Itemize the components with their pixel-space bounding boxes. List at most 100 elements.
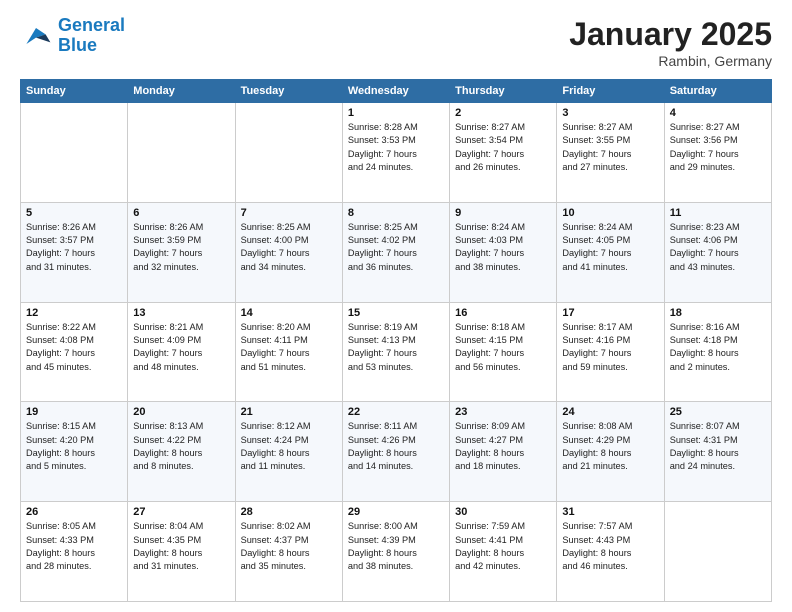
day-info: Sunrise: 8:08 AM Sunset: 4:29 PM Dayligh… — [562, 420, 658, 473]
day-number: 9 — [455, 207, 551, 219]
day-info: Sunrise: 8:24 AM Sunset: 4:05 PM Dayligh… — [562, 221, 658, 274]
day-info: Sunrise: 8:19 AM Sunset: 4:13 PM Dayligh… — [348, 321, 444, 374]
table-row: 31Sunrise: 7:57 AM Sunset: 4:43 PM Dayli… — [557, 502, 664, 602]
col-sunday: Sunday — [21, 80, 128, 103]
day-number: 14 — [241, 307, 337, 319]
calendar-week-row: 12Sunrise: 8:22 AM Sunset: 4:08 PM Dayli… — [21, 302, 772, 402]
logo-line1: General — [58, 15, 125, 35]
calendar-week-row: 5 Sunrise: 8:26 AM Sunset: 3:57 PM Daylig… — [21, 202, 772, 302]
logo: General Blue — [20, 16, 125, 56]
logo-text: General Blue — [58, 16, 125, 56]
day-info: Sunrise: 8:23 AM Sunset: 4:06 PM Dayligh… — [670, 221, 766, 274]
day-number: 7 — [241, 207, 337, 219]
day-info: Sunrise: 8:21 AM Sunset: 4:09 PM Dayligh… — [133, 321, 229, 374]
day-info: Sunrise: 8:02 AM Sunset: 4:37 PM Dayligh… — [241, 520, 337, 573]
table-row: 8 Sunrise: 8:25 AM Sunset: 4:02 PM Daylig… — [342, 202, 449, 302]
table-row: 9 Sunrise: 8:24 AM Sunset: 4:03 PM Daylig… — [450, 202, 557, 302]
table-row: 15 Sunrise: 8:19 AM Sunset: 4:13 PM Dayli… — [342, 302, 449, 402]
table-row: 20Sunrise: 8:13 AM Sunset: 4:22 PM Dayli… — [128, 402, 235, 502]
calendar-table: Sunday Monday Tuesday Wednesday Thursday… — [20, 79, 772, 602]
day-number: 6 — [133, 207, 229, 219]
table-row — [21, 103, 128, 203]
day-number: 25 — [670, 406, 766, 418]
day-info: Sunrise: 8:18 AM Sunset: 4:15 PM Dayligh… — [455, 321, 551, 374]
calendar-header-row: Sunday Monday Tuesday Wednesday Thursday… — [21, 80, 772, 103]
table-row: 25 Sunrise: 8:07 AM Sunset: 4:31 PM Dayli… — [664, 402, 771, 502]
table-row: 30 Sunrise: 7:59 AM Sunset: 4:41 PM Dayli… — [450, 502, 557, 602]
table-row: 13Sunrise: 8:21 AM Sunset: 4:09 PM Dayli… — [128, 302, 235, 402]
day-number: 29 — [348, 506, 444, 518]
day-info: Sunrise: 8:17 AM Sunset: 4:16 PM Dayligh… — [562, 321, 658, 374]
table-row: 14 Sunrise: 8:20 AM Sunset: 4:11 PM Dayli… — [235, 302, 342, 402]
day-number: 16 — [455, 307, 551, 319]
table-row: 19Sunrise: 8:15 AM Sunset: 4:20 PM Dayli… — [21, 402, 128, 502]
day-number: 8 — [348, 207, 444, 219]
day-info: Sunrise: 8:27 AM Sunset: 3:54 PM Dayligh… — [455, 121, 551, 174]
day-info: Sunrise: 8:25 AM Sunset: 4:02 PM Dayligh… — [348, 221, 444, 274]
col-thursday: Thursday — [450, 80, 557, 103]
day-info: Sunrise: 8:27 AM Sunset: 3:56 PM Dayligh… — [670, 121, 766, 174]
day-info: Sunrise: 8:27 AM Sunset: 3:55 PM Dayligh… — [562, 121, 658, 174]
table-row: 2Sunrise: 8:27 AM Sunset: 3:54 PM Daylig… — [450, 103, 557, 203]
day-info: Sunrise: 8:16 AM Sunset: 4:18 PM Dayligh… — [670, 321, 766, 374]
day-number: 23 — [455, 406, 551, 418]
day-number: 5 — [26, 207, 122, 219]
table-row — [235, 103, 342, 203]
logo-line2: Blue — [58, 35, 97, 55]
day-number: 28 — [241, 506, 337, 518]
table-row — [664, 502, 771, 602]
table-row: 16 Sunrise: 8:18 AM Sunset: 4:15 PM Dayli… — [450, 302, 557, 402]
col-tuesday: Tuesday — [235, 80, 342, 103]
day-info: Sunrise: 7:57 AM Sunset: 4:43 PM Dayligh… — [562, 520, 658, 573]
table-row: 6 Sunrise: 8:26 AM Sunset: 3:59 PM Daylig… — [128, 202, 235, 302]
table-row: 12Sunrise: 8:22 AM Sunset: 4:08 PM Dayli… — [21, 302, 128, 402]
calendar-week-row: 1 Sunrise: 8:28 AM Sunset: 3:53 PM Daylig… — [21, 103, 772, 203]
table-row: 28 Sunrise: 8:02 AM Sunset: 4:37 PM Dayli… — [235, 502, 342, 602]
day-number: 27 — [133, 506, 229, 518]
day-number: 11 — [670, 207, 766, 219]
day-number: 26 — [26, 506, 122, 518]
day-number: 10 — [562, 207, 658, 219]
table-row: 7 Sunrise: 8:25 AM Sunset: 4:00 PM Daylig… — [235, 202, 342, 302]
table-row: 1 Sunrise: 8:28 AM Sunset: 3:53 PM Daylig… — [342, 103, 449, 203]
day-number: 3 — [562, 107, 658, 119]
day-info: Sunrise: 8:07 AM Sunset: 4:31 PM Dayligh… — [670, 420, 766, 473]
day-info: Sunrise: 8:12 AM Sunset: 4:24 PM Dayligh… — [241, 420, 337, 473]
calendar-week-row: 26 Sunrise: 8:05 AM Sunset: 4:33 PM Dayli… — [21, 502, 772, 602]
day-info: Sunrise: 7:59 AM Sunset: 4:41 PM Dayligh… — [455, 520, 551, 573]
calendar-week-row: 19Sunrise: 8:15 AM Sunset: 4:20 PM Dayli… — [21, 402, 772, 502]
day-info: Sunrise: 8:11 AM Sunset: 4:26 PM Dayligh… — [348, 420, 444, 473]
day-info: Sunrise: 8:26 AM Sunset: 3:59 PM Dayligh… — [133, 221, 229, 274]
day-number: 1 — [348, 107, 444, 119]
col-friday: Friday — [557, 80, 664, 103]
table-row: 27 Sunrise: 8:04 AM Sunset: 4:35 PM Dayli… — [128, 502, 235, 602]
day-number: 17 — [562, 307, 658, 319]
day-info: Sunrise: 8:00 AM Sunset: 4:39 PM Dayligh… — [348, 520, 444, 573]
day-number: 15 — [348, 307, 444, 319]
table-row: 22Sunrise: 8:11 AM Sunset: 4:26 PM Dayli… — [342, 402, 449, 502]
day-info: Sunrise: 8:22 AM Sunset: 4:08 PM Dayligh… — [26, 321, 122, 374]
day-info: Sunrise: 8:28 AM Sunset: 3:53 PM Dayligh… — [348, 121, 444, 174]
page: General Blue January 2025 Rambin, German… — [0, 0, 792, 612]
table-row: 10 Sunrise: 8:24 AM Sunset: 4:05 PM Dayli… — [557, 202, 664, 302]
day-info: Sunrise: 8:20 AM Sunset: 4:11 PM Dayligh… — [241, 321, 337, 374]
day-info: Sunrise: 8:04 AM Sunset: 4:35 PM Dayligh… — [133, 520, 229, 573]
day-info: Sunrise: 8:26 AM Sunset: 3:57 PM Dayligh… — [26, 221, 122, 274]
table-row: 26 Sunrise: 8:05 AM Sunset: 4:33 PM Dayli… — [21, 502, 128, 602]
day-number: 19 — [26, 406, 122, 418]
col-saturday: Saturday — [664, 80, 771, 103]
day-number: 30 — [455, 506, 551, 518]
table-row: 3 Sunrise: 8:27 AM Sunset: 3:55 PM Daylig… — [557, 103, 664, 203]
table-row: 11 Sunrise: 8:23 AM Sunset: 4:06 PM Dayli… — [664, 202, 771, 302]
day-info: Sunrise: 8:05 AM Sunset: 4:33 PM Dayligh… — [26, 520, 122, 573]
calendar-body: 1 Sunrise: 8:28 AM Sunset: 3:53 PM Daylig… — [21, 103, 772, 602]
day-info: Sunrise: 8:09 AM Sunset: 4:27 PM Dayligh… — [455, 420, 551, 473]
day-info: Sunrise: 8:25 AM Sunset: 4:00 PM Dayligh… — [241, 221, 337, 274]
day-number: 20 — [133, 406, 229, 418]
table-row: 4 Sunrise: 8:27 AM Sunset: 3:56 PM Daylig… — [664, 103, 771, 203]
day-number: 4 — [670, 107, 766, 119]
table-row: 24Sunrise: 8:08 AM Sunset: 4:29 PM Dayli… — [557, 402, 664, 502]
header: General Blue January 2025 Rambin, German… — [20, 16, 772, 69]
day-info: Sunrise: 8:24 AM Sunset: 4:03 PM Dayligh… — [455, 221, 551, 274]
table-row: 17 Sunrise: 8:17 AM Sunset: 4:16 PM Dayli… — [557, 302, 664, 402]
